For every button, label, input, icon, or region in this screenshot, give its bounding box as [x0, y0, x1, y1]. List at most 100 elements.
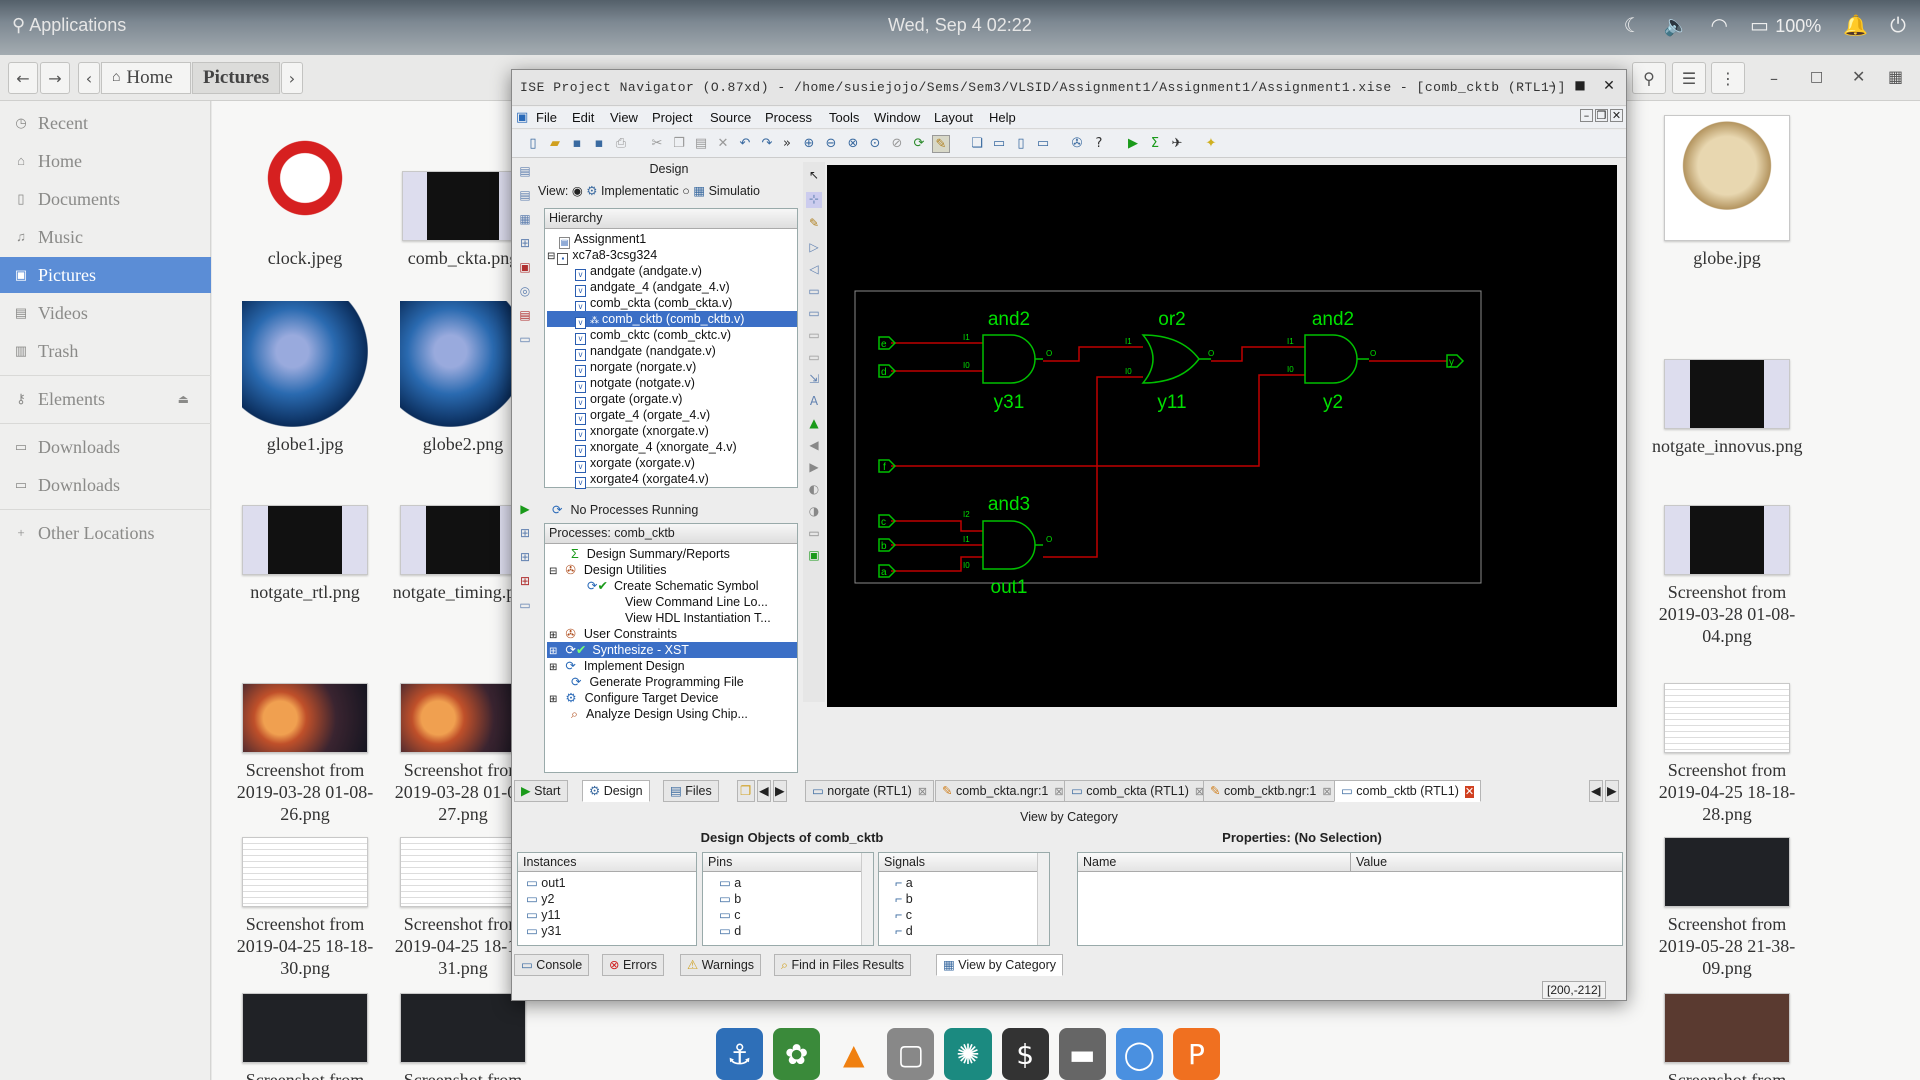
- process-rerun-icon[interactable]: ⊞: [517, 574, 533, 590]
- net-select-icon[interactable]: ⊹: [806, 192, 822, 208]
- pin-item[interactable]: ▭ b: [719, 891, 741, 907]
- sidebar-item-recent[interactable]: ◷ Recent: [0, 105, 211, 141]
- copy-icon[interactable]: ❐: [670, 135, 688, 153]
- search-button[interactable]: ⚲: [1632, 62, 1666, 94]
- tab-design[interactable]: ⚙ Design: [582, 780, 650, 802]
- tab-libraries[interactable]: ❐: [737, 780, 755, 802]
- forward-button[interactable]: →: [40, 62, 70, 94]
- maximize-button[interactable]: □: [1810, 69, 1823, 85]
- collapse-icon[interactable]: ⊟: [547, 251, 555, 262]
- sidebar-item-videos[interactable]: ▤ Videos: [0, 295, 211, 331]
- help-cursor-icon[interactable]: ?: [1090, 135, 1108, 153]
- process-item[interactable]: View HDL Instantiation T...: [625, 610, 771, 626]
- files-app-icon[interactable]: ▢: [887, 1028, 935, 1080]
- expand-icon[interactable]: ⊞: [549, 630, 557, 641]
- gimp-icon[interactable]: ✿: [773, 1028, 821, 1080]
- mdi-restore-button[interactable]: ❐: [1595, 109, 1608, 122]
- path-left-button[interactable]: ‹: [78, 62, 100, 94]
- push-into-icon[interactable]: ▭: [806, 284, 822, 300]
- tree-item-project[interactable]: ▤ Assignment1: [559, 231, 646, 249]
- browser-icon[interactable]: ◯: [1115, 1028, 1163, 1080]
- signal-item[interactable]: ⌐ d: [895, 923, 913, 939]
- value-column-header[interactable]: Value: [1351, 853, 1622, 872]
- doc-tab[interactable]: ✎ comb_ckta.ngr:1 ⊠: [935, 780, 1071, 802]
- back-button[interactable]: ←: [8, 62, 38, 94]
- expand-icon[interactable]: ⊞: [549, 646, 557, 657]
- app-grid-icon[interactable]: ▦: [1888, 67, 1903, 86]
- tree-item-module[interactable]: v comb_ckta (comb_ckta.v): [575, 295, 732, 313]
- sidebar-item-other-locations[interactable]: + Other Locations: [0, 515, 211, 551]
- open-folder-icon[interactable]: ▰: [546, 135, 564, 153]
- close-button[interactable]: ✕: [1599, 78, 1619, 98]
- simulation-label[interactable]: Simulatio: [709, 184, 760, 198]
- tab-scroll-right[interactable]: ▶: [773, 780, 787, 802]
- menu-tools[interactable]: Tools: [829, 110, 859, 125]
- lightbulb-icon[interactable]: ✦: [1202, 135, 1220, 153]
- delete-icon[interactable]: ✕: [714, 135, 732, 153]
- refresh-icon[interactable]: ⟳: [910, 135, 928, 153]
- sigma-icon[interactable]: Σ: [1146, 135, 1164, 153]
- marker-icon[interactable]: ▲: [806, 416, 822, 432]
- path-right-button[interactable]: ›: [281, 62, 303, 94]
- tab-errors[interactable]: ⊗ Errors: [602, 954, 664, 976]
- close-button[interactable]: ✕: [1852, 67, 1865, 86]
- undo-icon[interactable]: ↶: [736, 135, 754, 153]
- process-item[interactable]: ⟳✔ Create Schematic Symbol: [587, 578, 758, 594]
- close-tab-icon[interactable]: ⊠: [918, 786, 927, 798]
- expand-schematic-icon[interactable]: ▷: [806, 240, 822, 256]
- tree-item-module[interactable]: v xorgate4 (xorgate4.v): [575, 471, 709, 489]
- zoom-in-icon[interactable]: ⊕: [800, 135, 818, 153]
- breadcrumb-home[interactable]: ⌂ Home: [101, 62, 191, 94]
- view-list-button[interactable]: ☰: [1672, 62, 1706, 94]
- close-tab-icon[interactable]: ⊠: [1322, 786, 1331, 798]
- sidebar-item-music[interactable]: ♫ Music: [0, 219, 211, 255]
- close-tab-icon[interactable]: ✕: [1464, 786, 1475, 798]
- tab-scroll-right[interactable]: ▶: [1605, 780, 1619, 802]
- file-item[interactable]: notgate_innovus.png: [1652, 359, 1803, 457]
- archive-icon[interactable]: ▬: [1058, 1028, 1106, 1080]
- menu-edit[interactable]: Edit: [572, 110, 594, 125]
- file-item[interactable]: globe.jpg: [1652, 115, 1802, 269]
- process-props-icon[interactable]: ▭: [517, 598, 533, 614]
- doc-tab[interactable]: ✎ comb_cktb.ngr:1 ⊠: [1203, 780, 1339, 802]
- tab-console[interactable]: ▭ Console: [514, 954, 590, 976]
- tree-item-module[interactable]: v xorgate (xorgate.v): [575, 455, 695, 473]
- file-item[interactable]: notgate_rtl.png: [230, 505, 380, 603]
- instance-item[interactable]: ▭ y2: [526, 891, 555, 907]
- menu-layout[interactable]: Layout: [934, 110, 973, 125]
- terminal-icon[interactable]: $: [1001, 1028, 1049, 1080]
- pins-header[interactable]: Pins: [703, 853, 861, 872]
- process-item[interactable]: ⊞ ⚙ Configure Target Device: [549, 690, 718, 706]
- tree-item-module[interactable]: v notgate (notgate.v): [575, 375, 695, 393]
- and-gate-y31[interactable]: [982, 334, 1036, 384]
- file-item[interactable]: Screenshot from: [388, 993, 538, 1080]
- signal-item[interactable]: ⌐ c: [895, 907, 912, 923]
- process-item[interactable]: ⊞ ⟳ Implement Design: [549, 658, 685, 674]
- zoom-full-icon[interactable]: ⊗: [844, 135, 862, 153]
- maximize-button[interactable]: ■: [1570, 78, 1590, 98]
- sidebar-item-pictures[interactable]: ▣ Pictures: [0, 257, 211, 293]
- tab-start[interactable]: ▶ Start: [514, 780, 568, 802]
- process-item[interactable]: ⟳ Generate Programming File: [571, 674, 744, 690]
- tree-item-device[interactable]: ⊟ ▪ xc7a8-3csg324: [547, 247, 657, 265]
- collapse-icon[interactable]: ⊟: [549, 566, 557, 577]
- sidebar-item-elements[interactable]: ⚷ Elements ⏏: [0, 381, 211, 417]
- save-all-icon[interactable]: ▪: [590, 135, 608, 153]
- tree-item-module[interactable]: v nandgate (nandgate.v): [575, 343, 716, 361]
- settings-app-icon[interactable]: ✺: [944, 1028, 992, 1080]
- file-item[interactable]: Screenshot from 2019-05-28 21-38-09.png: [1652, 837, 1802, 979]
- eject-icon[interactable]: ⏏: [178, 392, 189, 407]
- table-icon[interactable]: ▭: [517, 332, 533, 348]
- tree-item-module[interactable]: v xnorgate_4 (xnorgate_4.v): [575, 439, 737, 457]
- anchor-app-icon[interactable]: ⚓: [716, 1028, 764, 1080]
- tab-view-by-category[interactable]: ▦ View by Category: [936, 954, 1064, 976]
- file-item[interactable]: Screenshot from: [230, 993, 380, 1080]
- radio-implementation[interactable]: ◉: [572, 184, 583, 198]
- instance-item[interactable]: ▭ y11: [526, 907, 561, 923]
- signal-item[interactable]: ⌐ a: [895, 875, 913, 891]
- window-icon[interactable]: ▭: [1034, 135, 1052, 153]
- ok-icon[interactable]: ▣: [806, 548, 822, 564]
- minimize-button[interactable]: –: [1542, 78, 1562, 98]
- mdi-minimize-button[interactable]: –: [1580, 109, 1593, 122]
- menu-project[interactable]: Project: [652, 110, 692, 125]
